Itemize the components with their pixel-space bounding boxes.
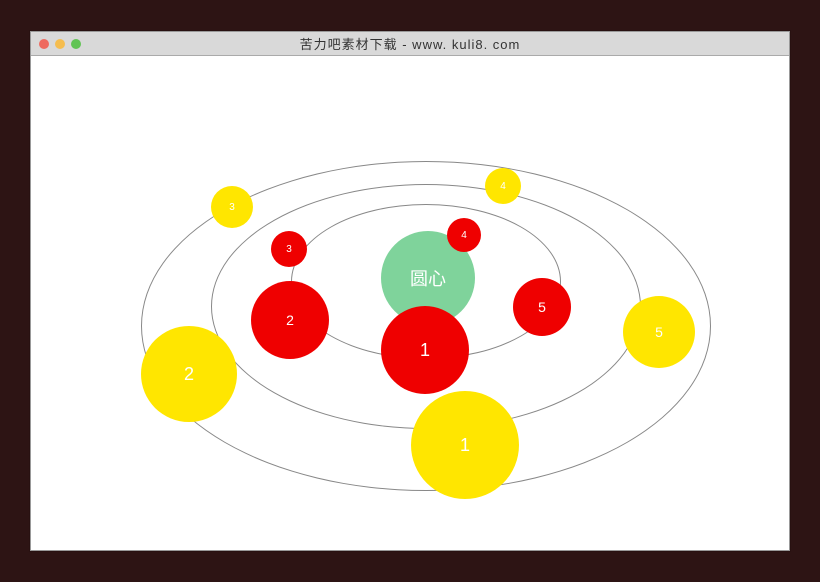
- maximize-icon[interactable]: [71, 39, 81, 49]
- node-label: 4: [500, 181, 506, 192]
- red-node[interactable]: 4: [447, 218, 481, 252]
- yellow-node[interactable]: 5: [623, 296, 695, 368]
- node-label: 5: [655, 324, 663, 340]
- traffic-lights: [39, 39, 81, 49]
- center-label: 圆心: [410, 265, 446, 291]
- node-label: 3: [286, 244, 292, 255]
- node-label: 4: [461, 230, 467, 241]
- window-title: 苦力吧素材下载 - www. kuli8. com: [31, 34, 789, 53]
- red-node[interactable]: 3: [271, 231, 307, 267]
- yellow-node[interactable]: 3: [211, 186, 253, 228]
- node-label: 3: [229, 202, 235, 213]
- red-node[interactable]: 5: [513, 278, 571, 336]
- node-label: 2: [286, 312, 294, 328]
- red-node[interactable]: 2: [251, 281, 329, 359]
- app-window: 苦力吧素材下载 - www. kuli8. com 1 2 3 4 5 圆心 1 2 3 4 5: [30, 31, 790, 551]
- titlebar: 苦力吧素材下载 - www. kuli8. com: [31, 32, 789, 56]
- node-label: 2: [184, 364, 194, 385]
- diagram-canvas: 1 2 3 4 5 圆心 1 2 3 4 5: [31, 56, 789, 550]
- close-icon[interactable]: [39, 39, 49, 49]
- yellow-node[interactable]: 1: [411, 391, 519, 499]
- yellow-node[interactable]: 4: [485, 168, 521, 204]
- node-label: 1: [460, 435, 470, 456]
- node-label: 5: [538, 299, 546, 315]
- red-node[interactable]: 1: [381, 306, 469, 394]
- minimize-icon[interactable]: [55, 39, 65, 49]
- yellow-node[interactable]: 2: [141, 326, 237, 422]
- node-label: 1: [420, 340, 430, 361]
